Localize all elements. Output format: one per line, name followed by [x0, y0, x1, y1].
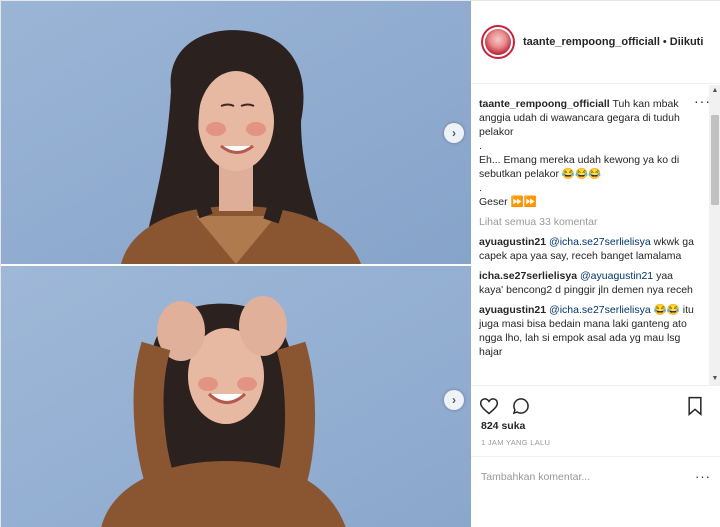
likes-count[interactable]: 824 suka — [481, 420, 525, 432]
comment-item: icha.se27serlielisya @ayuagustin21 yaa k… — [479, 269, 697, 297]
caption-line-1: taante_rempoong_officiall Tuh kan mbak a… — [479, 97, 697, 139]
caption-text-2: Eh... Emang mereka udah kewong ya ko di … — [479, 154, 680, 180]
add-comment-input[interactable] — [481, 470, 681, 483]
heart-icon[interactable] — [479, 396, 499, 416]
caption: taante_rempoong_officiall Tuh kan mbak a… — [479, 97, 697, 209]
video-frame-bottom[interactable] — [1, 266, 471, 527]
post-actions — [471, 385, 720, 425]
next-slide-button-bottom[interactable]: › — [444, 390, 464, 410]
likes-label: suka — [501, 420, 526, 432]
comment-user[interactable]: ayuagustin21 — [479, 236, 546, 248]
comment-item: ayuagustin21 @icha.se27serlielisya wkwk … — [479, 235, 697, 263]
instagram-post: › › taante_rempoong_officiall • Diikuti … — [0, 0, 720, 527]
comment-icon[interactable] — [511, 396, 531, 416]
scroll-thumb[interactable] — [711, 115, 719, 205]
video-frame-top[interactable] — [1, 1, 471, 264]
header-separator: • — [662, 36, 667, 48]
post-header: taante_rempoong_officiall • Diikuti — [471, 1, 720, 84]
post-timestamp: 1 JAM YANG LALU — [481, 438, 551, 447]
caption-dot-2: . — [479, 182, 482, 194]
post-side-panel: taante_rempoong_officiall • Diikuti taan… — [471, 1, 720, 527]
likes-number: 824 — [481, 420, 499, 432]
comment-mention[interactable]: @icha.se27serlielisya — [549, 236, 651, 248]
caption-dot-1: . — [479, 140, 482, 152]
bookmark-icon[interactable] — [686, 396, 704, 416]
comment-mention[interactable]: @ayuagustin21 — [580, 270, 653, 282]
scroll-down-arrow-icon[interactable]: ▼ — [711, 375, 719, 383]
follow-status-button[interactable]: Diikuti — [670, 36, 704, 48]
caption-text-3: Geser ⏩⏩ — [479, 196, 537, 208]
comment-item: ayuagustin21 @icha.se27serlielisya 😂😂 it… — [479, 303, 697, 359]
view-all-comments-link[interactable]: Lihat semua 33 komentar — [479, 215, 697, 229]
comment-user[interactable]: ayuagustin21 — [479, 304, 546, 316]
comment-user[interactable]: icha.se27serlielisya — [479, 270, 577, 282]
next-slide-button-top[interactable]: › — [444, 123, 464, 143]
avatar[interactable] — [481, 25, 515, 59]
caption-author[interactable]: taante_rempoong_officiall — [479, 98, 610, 110]
post-media[interactable]: › › — [1, 1, 471, 527]
avatar-image — [485, 29, 511, 55]
comments-section: taante_rempoong_officiall Tuh kan mbak a… — [471, 85, 720, 383]
comments-scrollbar[interactable]: ▲ ▼ — [709, 85, 720, 385]
header-username[interactable]: taante_rempoong_officiall — [523, 36, 660, 48]
add-comment-bar: ··· — [471, 456, 720, 496]
scroll-up-arrow-icon[interactable]: ▲ — [711, 87, 719, 95]
options-dots-icon[interactable]: ··· — [695, 469, 711, 484]
comment-mention[interactable]: @icha.se27serlielisya — [549, 304, 651, 316]
